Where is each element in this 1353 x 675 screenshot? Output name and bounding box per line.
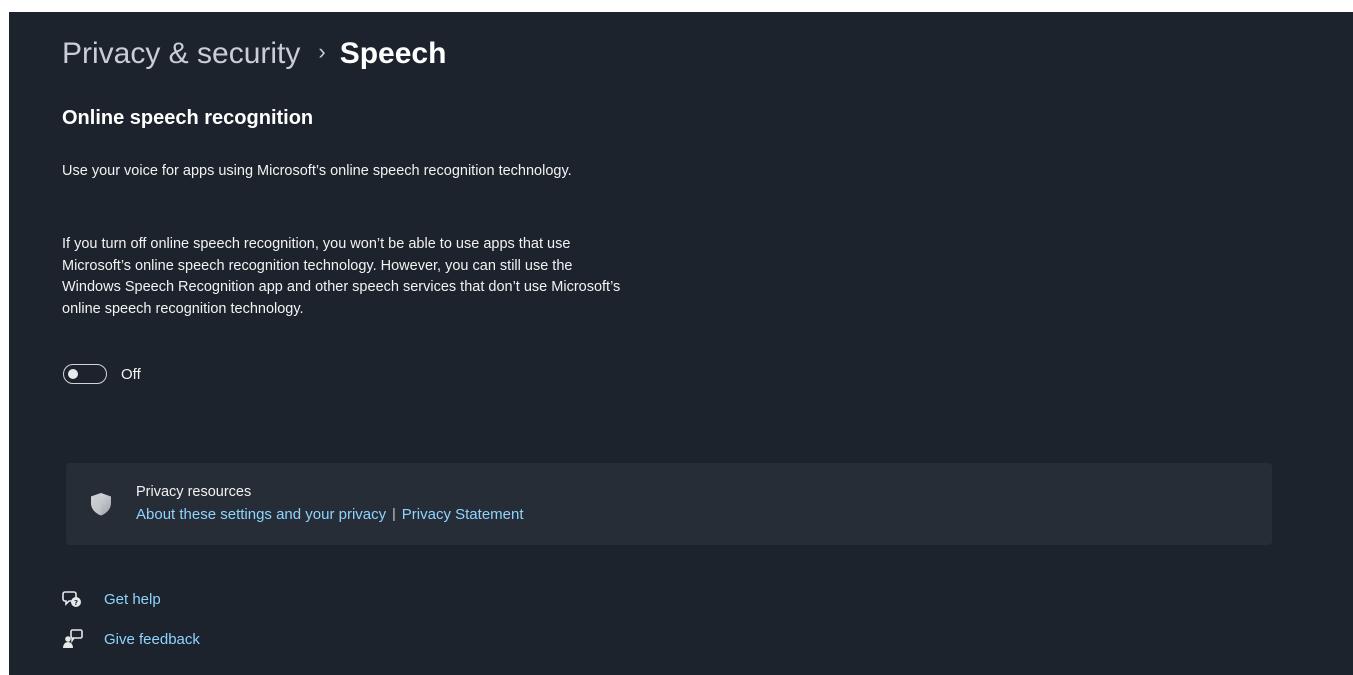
page-title: Speech (339, 37, 447, 70)
get-help-link[interactable]: Get help (104, 591, 161, 608)
breadcrumb: Privacy & security › Speech (62, 34, 446, 74)
privacy-resources-card: Privacy resources About these settings a… (66, 463, 1272, 545)
give-feedback-link[interactable]: Give feedback (104, 631, 200, 648)
svg-text:?: ? (74, 599, 78, 607)
toggle-knob (68, 368, 78, 379)
online-speech-toggle[interactable] (63, 364, 107, 384)
shield-icon (91, 493, 111, 516)
section-description-secondary: If you turn off online speech recognitio… (62, 236, 621, 317)
get-help-icon: ? (62, 591, 81, 607)
privacy-resources-links: About these settings and your privacy | … (136, 504, 524, 524)
feedback-icon (63, 629, 83, 648)
breadcrumb-separator: › (318, 39, 326, 64)
section-description-primary: Use your voice for apps using Microsoft’… (62, 163, 572, 179)
about-settings-privacy-link[interactable]: About these settings and your privacy (136, 506, 386, 523)
toggle-state-label: Off (121, 365, 141, 383)
give-feedback-row[interactable]: Give feedback (62, 628, 200, 650)
privacy-statement-link[interactable]: Privacy Statement (402, 506, 524, 523)
online-speech-toggle-row: Off (63, 364, 141, 384)
get-help-row[interactable]: ? Get help (62, 588, 161, 610)
breadcrumb-parent[interactable]: Privacy & security (62, 34, 300, 74)
settings-window: Privacy & security › Speech Online speec… (9, 12, 1353, 675)
section-title: Online speech recognition (62, 107, 314, 129)
privacy-resources-title: Privacy resources (136, 484, 252, 500)
link-separator: | (392, 504, 396, 521)
